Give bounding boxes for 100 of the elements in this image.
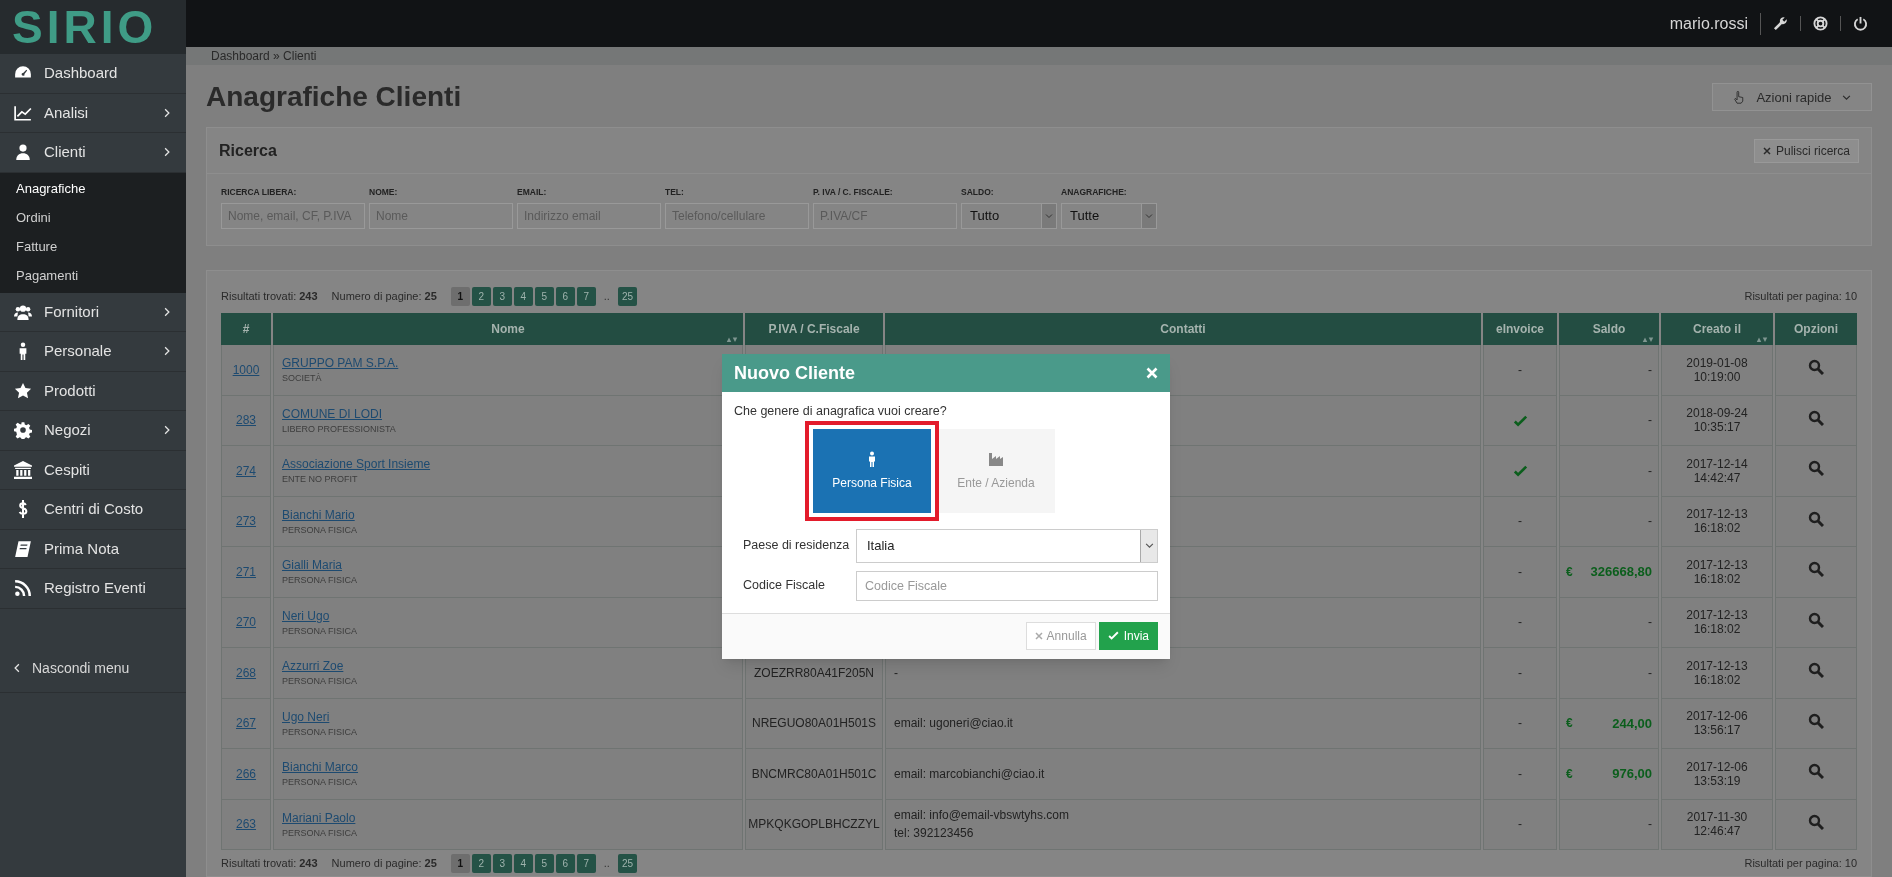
- page-button[interactable]: 3: [492, 853, 512, 873]
- page-button[interactable]: 4: [513, 286, 533, 306]
- id-link[interactable]: 1000: [232, 362, 260, 377]
- view-button[interactable]: [1808, 712, 1824, 729]
- select-field[interactable]: Tutto: [961, 203, 1057, 229]
- quick-actions-button[interactable]: Azioni rapide: [1712, 83, 1872, 112]
- view-button[interactable]: [1808, 409, 1824, 426]
- id-link[interactable]: 283: [236, 413, 256, 428]
- created-date: 2019-01-08: [1686, 355, 1748, 370]
- field-label: EMAIL:: [517, 186, 548, 199]
- sidebar-subitem[interactable]: Anagrafiche: [0, 174, 186, 204]
- column-header[interactable]: Nome: [273, 313, 743, 345]
- page-button[interactable]: 7: [576, 286, 596, 306]
- contact-line: email: ugoneri@ciao.it: [894, 715, 1014, 733]
- page-button[interactable]: 2: [471, 286, 491, 306]
- sidebar-item[interactable]: Centri di Costo: [0, 490, 186, 530]
- client-link[interactable]: Ugo Neri: [282, 707, 330, 726]
- dialog-question: Che genere di anagrafica vuoi creare?: [734, 403, 948, 420]
- sidebar-item[interactable]: Prodotti: [0, 371, 186, 411]
- id-link[interactable]: 267: [236, 716, 256, 731]
- clear-search-button[interactable]: Pulisci ricerca: [1754, 138, 1859, 163]
- view-button[interactable]: [1808, 359, 1824, 376]
- contact-line: -: [894, 664, 899, 682]
- view-button[interactable]: [1808, 460, 1824, 477]
- username[interactable]: mario.rossi: [1669, 12, 1761, 35]
- type-option-button[interactable]: Ente / Azienda: [937, 428, 1055, 513]
- select-field[interactable]: Tutte: [1061, 203, 1157, 229]
- einvoice-value: -: [1518, 564, 1522, 579]
- page-button[interactable]: 1: [450, 853, 470, 873]
- einvoice-value: -: [1518, 615, 1522, 630]
- sidebar-item[interactable]: Clienti: [0, 133, 186, 173]
- page-button[interactable]: 25: [617, 286, 637, 306]
- search-icon: [1808, 763, 1824, 780]
- submit-button[interactable]: Invia: [1098, 622, 1158, 651]
- page-button[interactable]: 3: [492, 286, 512, 306]
- sidebar-item[interactable]: Negozi: [0, 411, 186, 451]
- view-button[interactable]: [1808, 763, 1824, 780]
- table-cell: MPKQKGOPLBHCZZYL: [745, 799, 883, 850]
- results-count: Risultati trovati: 243: [221, 855, 318, 871]
- client-link[interactable]: GRUPPO PAM S.P.A.: [282, 354, 399, 372]
- einvoice-value: -: [1518, 665, 1522, 680]
- close-button[interactable]: [1146, 367, 1158, 379]
- column-header[interactable]: Creato il: [1661, 313, 1773, 345]
- cancel-button[interactable]: Annulla: [1025, 622, 1096, 651]
- id-link[interactable]: 273: [236, 514, 256, 529]
- client-link[interactable]: Bianchi Marco: [282, 758, 359, 776]
- page-button[interactable]: 6: [555, 853, 575, 873]
- id-link[interactable]: 268: [236, 665, 256, 680]
- sidebar-item[interactable]: Cespiti: [0, 450, 186, 490]
- view-button[interactable]: [1808, 510, 1824, 527]
- text-input[interactable]: Codice Fiscale: [856, 570, 1158, 601]
- client-link[interactable]: Azzurri Zoe: [282, 657, 344, 675]
- column-header: eInvoice: [1483, 313, 1557, 345]
- sidebar-item[interactable]: Personale: [0, 332, 186, 372]
- id-link[interactable]: 270: [236, 615, 256, 630]
- created-date: 2017-12-06: [1686, 709, 1748, 724]
- client-link[interactable]: Gialli Maria: [282, 556, 342, 574]
- view-button[interactable]: [1808, 611, 1824, 628]
- client-link[interactable]: Mariani Paolo: [282, 808, 356, 827]
- client-link[interactable]: Associazione Sport Insieme: [282, 455, 431, 473]
- client-link[interactable]: COMUNE DI LODI: [282, 404, 382, 423]
- field-label: ANAGRAFICHE:: [1061, 186, 1128, 199]
- sidebar-item[interactable]: Fornitori: [0, 292, 186, 332]
- einvoice-value: -: [1518, 514, 1522, 529]
- page-button[interactable]: 1: [450, 286, 470, 306]
- column-header[interactable]: Saldo: [1559, 313, 1659, 345]
- rss-icon: [14, 579, 32, 598]
- page-button[interactable]: 5: [534, 853, 554, 873]
- balance-value: -: [1648, 614, 1652, 632]
- client-link[interactable]: Bianchi Mario: [282, 505, 355, 524]
- search-icon: [1808, 409, 1824, 426]
- id-link[interactable]: 274: [236, 463, 256, 478]
- type-option-button[interactable]: Persona Fisica: [813, 428, 931, 513]
- page-button[interactable]: 5: [534, 286, 554, 306]
- sidebar-item[interactable]: Analisi: [0, 93, 186, 133]
- hide-menu-link[interactable]: Nascondi menu: [32, 657, 130, 679]
- gear-icon: [14, 421, 32, 440]
- sidebar-item[interactable]: Prima Nota: [0, 529, 186, 569]
- view-button[interactable]: [1808, 561, 1824, 578]
- currency-symbol: €: [1566, 765, 1573, 783]
- sidebar-subitem[interactable]: Pagamenti: [0, 261, 186, 291]
- view-button[interactable]: [1808, 813, 1824, 830]
- contact-line: email: info@email-vbswtyhs.com: [894, 807, 1070, 825]
- book-icon: [14, 539, 32, 558]
- page-button[interactable]: 25: [617, 853, 637, 873]
- id-link[interactable]: 266: [236, 766, 256, 781]
- page-button[interactable]: 4: [513, 853, 533, 873]
- page-button[interactable]: 2: [471, 853, 491, 873]
- page-button[interactable]: 6: [555, 286, 575, 306]
- id-link[interactable]: 271: [236, 564, 256, 579]
- sidebar-item[interactable]: Dashboard: [0, 54, 186, 94]
- sidebar-item[interactable]: Registro Eventi: [0, 569, 186, 609]
- breadcrumb: Dashboard » Clienti: [211, 48, 317, 66]
- select-field[interactable]: Italia: [856, 528, 1158, 563]
- sidebar-subitem[interactable]: Ordini: [0, 203, 186, 233]
- client-link[interactable]: Neri Ugo: [282, 606, 330, 625]
- id-link[interactable]: 263: [236, 817, 256, 832]
- page-button[interactable]: 7: [576, 853, 596, 873]
- view-button[interactable]: [1808, 662, 1824, 679]
- sidebar-subitem[interactable]: Fatture: [0, 232, 186, 262]
